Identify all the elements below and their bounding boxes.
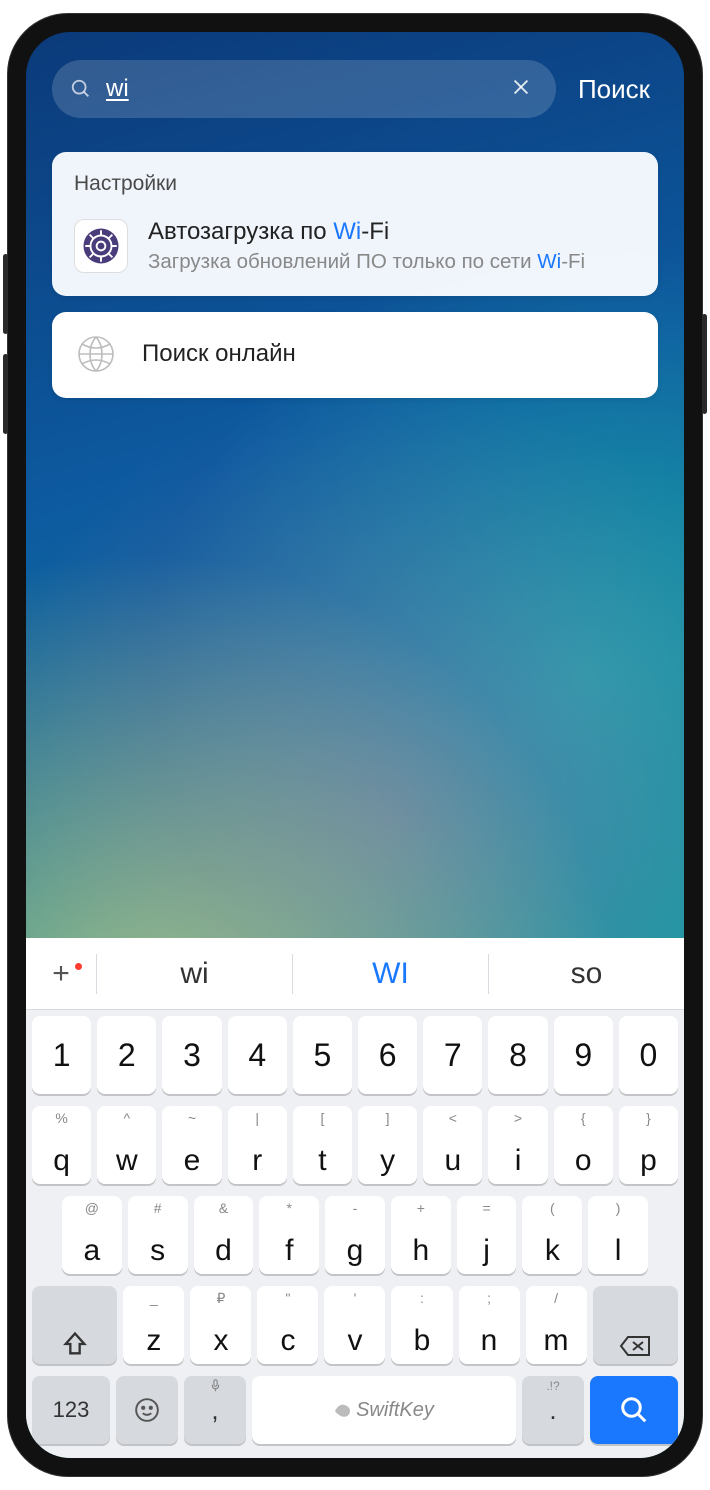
- key-d[interactable]: &d: [194, 1196, 254, 1274]
- period-key[interactable]: .!? .: [522, 1376, 584, 1444]
- key-6[interactable]: 6: [358, 1016, 417, 1094]
- key-g[interactable]: -g: [325, 1196, 385, 1274]
- volume-up-button[interactable]: [3, 254, 8, 334]
- key-x[interactable]: ₽x: [190, 1286, 251, 1364]
- shift-icon: [61, 1330, 89, 1358]
- result-text: Автозагрузка по Wi-Fi Загрузка обновлени…: [148, 218, 585, 274]
- emoji-icon: [134, 1397, 160, 1423]
- suggestion-3[interactable]: so: [489, 957, 684, 991]
- search-icon: [70, 78, 92, 100]
- search-input[interactable]: wi: [52, 60, 556, 118]
- result-subtitle: Загрузка обновлений ПО только по сети Wi…: [148, 250, 585, 274]
- keyboard-row-1: %q^w~e|r[t]y<u>i{o}p: [26, 1100, 684, 1190]
- key-8[interactable]: 8: [488, 1016, 547, 1094]
- backspace-icon: [619, 1334, 651, 1358]
- settings-app-icon: [74, 219, 128, 273]
- key-r[interactable]: |r: [228, 1106, 287, 1184]
- space-key[interactable]: SwiftKey: [252, 1376, 516, 1444]
- key-v[interactable]: 'v: [324, 1286, 385, 1364]
- backspace-key[interactable]: [593, 1286, 678, 1364]
- result-item[interactable]: Автозагрузка по Wi-Fi Загрузка обновлени…: [74, 218, 636, 274]
- clear-search-button[interactable]: [504, 70, 538, 109]
- power-button[interactable]: [702, 314, 707, 414]
- result-title: Автозагрузка по Wi-Fi: [148, 218, 585, 246]
- keyboard: + wi WI so 1234567890 %q^w~e|r[t]y<u>i{o…: [26, 938, 684, 1458]
- key-w[interactable]: ^w: [97, 1106, 156, 1184]
- search-button[interactable]: Поиск: [570, 68, 658, 111]
- key-j[interactable]: =j: [457, 1196, 517, 1274]
- search-enter-key[interactable]: [590, 1376, 678, 1444]
- key-p[interactable]: }p: [619, 1106, 678, 1184]
- key-5[interactable]: 5: [293, 1016, 352, 1094]
- key-e[interactable]: ~e: [162, 1106, 221, 1184]
- screen: wi Поиск Настройки: [26, 32, 684, 1458]
- key-z[interactable]: _z: [123, 1286, 184, 1364]
- results-section-header: Настройки: [74, 172, 636, 196]
- key-4[interactable]: 4: [228, 1016, 287, 1094]
- key-i[interactable]: >i: [488, 1106, 547, 1184]
- key-q[interactable]: %q: [32, 1106, 91, 1184]
- key-y[interactable]: ]y: [358, 1106, 417, 1184]
- results-card-settings: Настройки: [52, 152, 658, 296]
- key-t[interactable]: [t: [293, 1106, 352, 1184]
- key-h[interactable]: +h: [391, 1196, 451, 1274]
- globe-icon: [74, 332, 118, 376]
- phone-frame: wi Поиск Настройки: [8, 14, 702, 1476]
- key-c[interactable]: "c: [257, 1286, 318, 1364]
- close-icon: [510, 76, 532, 98]
- emoji-key[interactable]: [116, 1376, 178, 1444]
- search-query-text: wi: [106, 75, 504, 103]
- suggestion-2[interactable]: WI: [293, 957, 488, 991]
- key-m[interactable]: /m: [526, 1286, 587, 1364]
- key-9[interactable]: 9: [554, 1016, 613, 1094]
- symbols-key[interactable]: 123: [32, 1376, 110, 1444]
- key-o[interactable]: {o: [554, 1106, 613, 1184]
- volume-down-button[interactable]: [3, 354, 8, 434]
- key-f[interactable]: *f: [259, 1196, 319, 1274]
- keyboard-row-2: @a#s&d*f-g+h=j(k)l: [26, 1190, 684, 1280]
- key-1[interactable]: 1: [32, 1016, 91, 1094]
- key-n[interactable]: ;n: [459, 1286, 520, 1364]
- swiftkey-icon: [334, 1401, 352, 1419]
- key-u[interactable]: <u: [423, 1106, 482, 1184]
- keyboard-row-3: _z₽x"c'v:b;n/m: [26, 1280, 684, 1370]
- key-l[interactable]: )l: [588, 1196, 648, 1274]
- key-a[interactable]: @a: [62, 1196, 122, 1274]
- key-3[interactable]: 3: [162, 1016, 221, 1094]
- search-bar: wi Поиск: [26, 32, 684, 136]
- key-7[interactable]: 7: [423, 1016, 482, 1094]
- mic-icon: [184, 1379, 246, 1395]
- suggestion-bar: + wi WI so: [26, 938, 684, 1010]
- keyboard-bottom-row: 123 , SwiftKey .!? .: [26, 1370, 684, 1458]
- comma-key[interactable]: ,: [184, 1376, 246, 1444]
- results-area: Настройки: [26, 152, 684, 398]
- keyboard-row-numbers: 1234567890: [26, 1010, 684, 1100]
- suggestion-plus-button[interactable]: +: [26, 957, 96, 991]
- key-b[interactable]: :b: [391, 1286, 452, 1364]
- gear-icon: [80, 225, 122, 267]
- key-s[interactable]: #s: [128, 1196, 188, 1274]
- search-icon: [619, 1395, 649, 1425]
- key-0[interactable]: 0: [619, 1016, 678, 1094]
- online-search-card[interactable]: Поиск онлайн: [52, 312, 658, 398]
- key-2[interactable]: 2: [97, 1016, 156, 1094]
- suggestion-1[interactable]: wi: [97, 957, 292, 991]
- shift-key[interactable]: [32, 1286, 117, 1364]
- online-search-label: Поиск онлайн: [142, 340, 296, 368]
- key-k[interactable]: (k: [522, 1196, 582, 1274]
